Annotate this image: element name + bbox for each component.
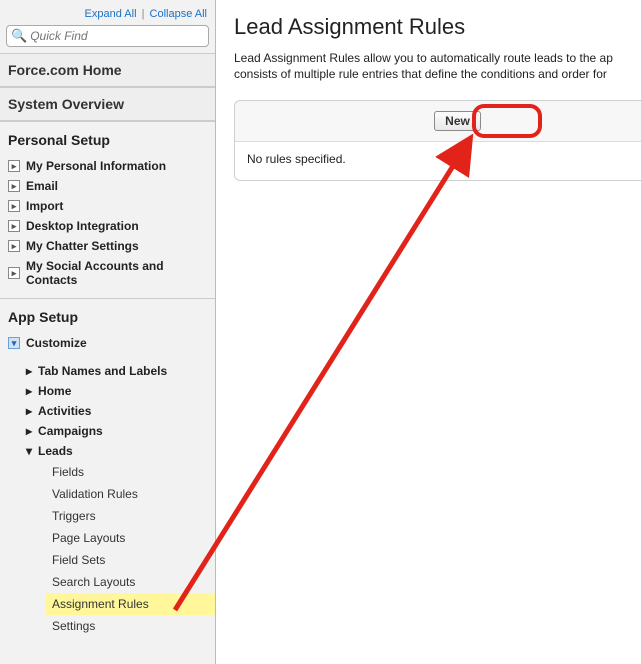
expand-icon[interactable]: ▸ <box>26 424 32 438</box>
quick-find-input[interactable] <box>30 29 204 43</box>
app-setup-heading: App Setup <box>0 298 215 331</box>
nav-email[interactable]: ▸Email <box>0 176 215 196</box>
nav-leads-triggers[interactable]: Triggers <box>46 505 215 527</box>
expand-icon[interactable]: ▸ <box>26 404 32 418</box>
customize-subtree: ▸Tab Names and Labels ▸Home ▸Activities … <box>0 361 215 461</box>
nav-import[interactable]: ▸Import <box>0 196 215 216</box>
rules-empty-message: No rules specified. <box>235 142 641 180</box>
page-intro-text: Lead Assignment Rules allow you to autom… <box>234 50 641 82</box>
nav-leads-field-sets[interactable]: Field Sets <box>46 549 215 571</box>
nav-leads[interactable]: ▾Leads <box>26 441 215 461</box>
new-button[interactable]: New <box>434 111 481 131</box>
rules-panel: New No rules specified. <box>234 100 641 181</box>
personal-setup-tree: ▸My Personal Information ▸Email ▸Import … <box>0 154 215 298</box>
expand-icon[interactable]: ▸ <box>8 180 20 192</box>
nav-system-overview[interactable]: System Overview <box>0 87 215 121</box>
collapse-icon[interactable]: ▾ <box>26 444 32 458</box>
expand-icon[interactable]: ▸ <box>8 267 20 279</box>
nav-leads-page-layouts[interactable]: Page Layouts <box>46 527 215 549</box>
main-content: Lead Assignment Rules Lead Assignment Ru… <box>216 0 641 664</box>
nav-leads-search-layouts[interactable]: Search Layouts <box>46 571 215 593</box>
nav-desktop-integration[interactable]: ▸Desktop Integration <box>0 216 215 236</box>
page-title: Lead Assignment Rules <box>234 14 641 40</box>
nav-leads-validation-rules[interactable]: Validation Rules <box>46 483 215 505</box>
expand-icon[interactable]: ▸ <box>8 160 20 172</box>
quick-find-box: 🔍 <box>6 25 209 47</box>
setup-sidebar: Expand All | Collapse All 🔍 Force.com Ho… <box>0 0 216 664</box>
tree-toggle-links: Expand All | Collapse All <box>0 5 215 25</box>
nav-leads-assignment-rules[interactable]: Assignment Rules <box>46 593 215 615</box>
expand-icon[interactable]: ▸ <box>26 364 32 378</box>
expand-icon[interactable]: ▸ <box>8 220 20 232</box>
search-icon: 🔍 <box>11 28 27 44</box>
leads-subtree: Fields Validation Rules Triggers Page La… <box>0 461 215 637</box>
expand-icon[interactable]: ▸ <box>8 200 20 212</box>
nav-customize[interactable]: ▾Customize <box>0 333 215 353</box>
nav-activities[interactable]: ▸Activities <box>26 401 215 421</box>
collapse-all-link[interactable]: Collapse All <box>150 8 207 20</box>
nav-campaigns[interactable]: ▸Campaigns <box>26 421 215 441</box>
nav-leads-settings[interactable]: Settings <box>46 615 215 637</box>
panel-toolbar: New <box>235 101 641 142</box>
separator: | <box>142 8 145 20</box>
nav-my-chatter-settings[interactable]: ▸My Chatter Settings <box>0 236 215 256</box>
expand-icon[interactable]: ▸ <box>26 384 32 398</box>
nav-my-social-accounts[interactable]: ▸My Social Accounts and Contacts <box>0 256 215 290</box>
nav-tab-names[interactable]: ▸Tab Names and Labels <box>26 361 215 381</box>
nav-leads-fields[interactable]: Fields <box>46 461 215 483</box>
expand-icon[interactable]: ▸ <box>8 240 20 252</box>
nav-home[interactable]: Force.com Home <box>0 53 215 87</box>
app-setup-tree: ▾Customize <box>0 331 215 361</box>
personal-setup-heading: Personal Setup <box>0 121 215 154</box>
nav-home-customize[interactable]: ▸Home <box>26 381 215 401</box>
expand-all-link[interactable]: Expand All <box>85 8 137 20</box>
collapse-icon[interactable]: ▾ <box>8 337 20 349</box>
nav-my-personal-information[interactable]: ▸My Personal Information <box>0 156 215 176</box>
